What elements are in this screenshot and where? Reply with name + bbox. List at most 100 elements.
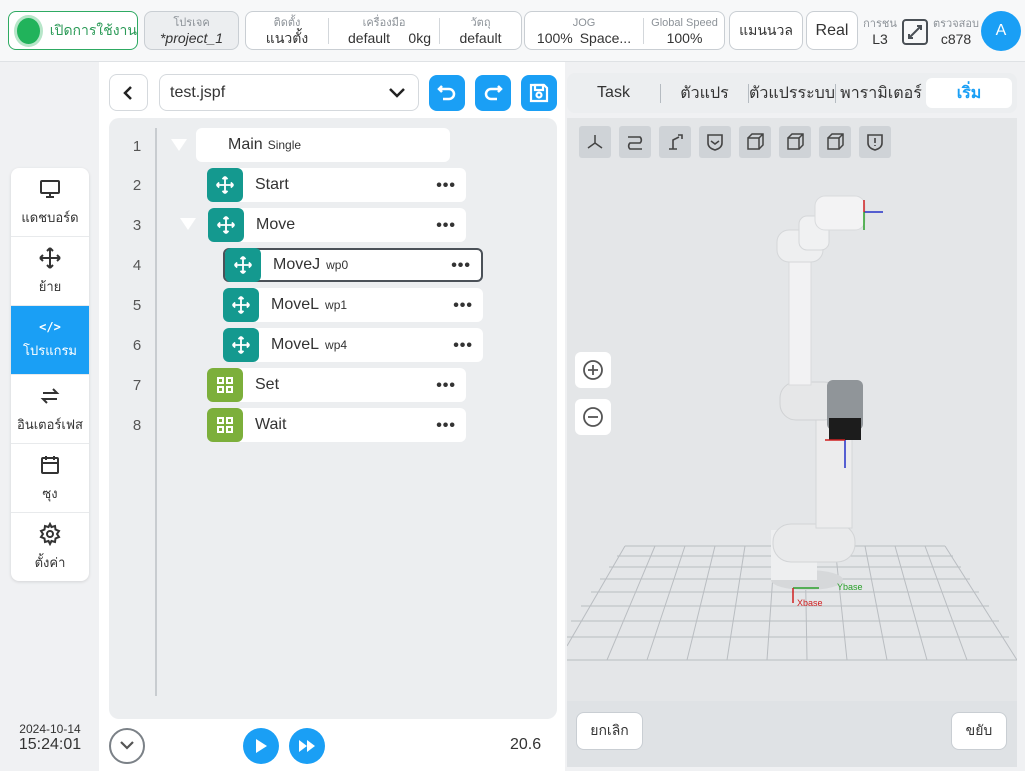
tree-node-movel[interactable]: MoveL wp1 ••• — [223, 288, 483, 322]
robot-scene: Xbase Ybase — [567, 195, 1017, 661]
line-number: 7 — [132, 377, 142, 394]
zoom-in-button[interactable] — [575, 352, 611, 388]
tree-node-movej[interactable]: MoveJ wp0 ••• — [223, 248, 483, 282]
real-mode-button[interactable]: Real — [806, 11, 858, 50]
grid-icon — [207, 408, 243, 442]
grid-icon — [207, 368, 243, 402]
tree-node-main[interactable]: Main Single — [196, 128, 450, 162]
check-box[interactable]: ตรวจสอบ c878 — [930, 13, 982, 48]
tree-node-movel[interactable]: MoveL wp4 ••• — [223, 328, 483, 362]
collision-caption: การชน — [863, 18, 897, 30]
path-icon[interactable] — [619, 126, 651, 158]
nav-label: ซุง — [42, 485, 58, 501]
more-icon[interactable]: ••• — [436, 177, 456, 195]
cube-side-icon[interactable] — [779, 126, 811, 158]
tab-parameters[interactable]: พารามิเตอร์ — [836, 73, 926, 113]
collapse-triangle-icon[interactable] — [171, 139, 187, 151]
robot-3d-view[interactable]: Xbase Ybase — [567, 118, 1017, 701]
nav-item-dashboard[interactable]: แดชบอร์ด — [11, 168, 89, 237]
more-icon[interactable]: ••• — [453, 337, 473, 355]
step-button[interactable]: ขยับ — [951, 712, 1007, 750]
time-text: 15:24:01 — [18, 736, 82, 753]
nav-item-move[interactable]: ย้าย — [11, 237, 89, 306]
line-number: 4 — [132, 257, 142, 274]
save-icon — [529, 83, 549, 103]
power-status-icon — [17, 17, 40, 44]
base-y-label: Ybase — [837, 582, 863, 592]
install-value: แนวตั้ง — [265, 30, 309, 46]
tree-node-move[interactable]: Move ••• — [208, 208, 466, 242]
collision-level[interactable]: การชน L3 — [862, 13, 898, 48]
project-box[interactable]: โปรเจค *project_1 — [144, 11, 239, 50]
tab-system-variables[interactable]: ตัวแปรระบบ — [749, 73, 835, 113]
nav-item-program[interactable]: </> โปรแกรม — [11, 306, 89, 375]
more-icon[interactable]: ••• — [453, 297, 473, 315]
redo-button[interactable] — [475, 75, 511, 111]
tree-node-wait[interactable]: Wait ••• — [207, 408, 466, 442]
back-button[interactable] — [109, 74, 148, 111]
node-label: Wait — [255, 416, 287, 433]
jog-caption: JOG — [572, 17, 596, 29]
step-forward-button[interactable] — [289, 728, 325, 764]
save-button[interactable] — [521, 75, 557, 111]
jog-percent: 100% — [536, 30, 573, 46]
move-icon — [223, 288, 259, 322]
avatar[interactable]: A — [981, 11, 1021, 51]
file-name: test.jspf — [170, 83, 226, 101]
cube-top-icon[interactable] — [819, 126, 851, 158]
axes-icon[interactable] — [579, 126, 611, 158]
line-number: 5 — [132, 297, 142, 314]
warning-shield-icon[interactable] — [859, 126, 891, 158]
line-number: 6 — [132, 337, 142, 354]
install-tool-box[interactable]: ติดตั้ง แนวตั้ง เครื่องมือ default 0kg ว… — [245, 11, 522, 50]
play-button[interactable] — [243, 728, 279, 764]
payload-value: 0kg — [408, 30, 431, 46]
move-icon — [223, 328, 259, 362]
right-tabs: Task ตัวแปร ตัวแปรระบบ พารามิเตอร์ เริ่ม — [567, 73, 1017, 113]
fullscreen-icon[interactable] — [900, 17, 930, 47]
tree-node-set[interactable]: Set ••• — [207, 368, 466, 402]
check-caption: ตรวจสอบ — [933, 18, 979, 30]
more-icon[interactable]: ••• — [451, 257, 471, 275]
undo-button[interactable] — [429, 75, 465, 111]
tree-node-start[interactable]: Start ••• — [207, 168, 466, 202]
nav-item-interface[interactable]: อินเตอร์เฟส — [11, 375, 89, 444]
manual-mode-button[interactable]: แมนนวล — [729, 11, 803, 50]
line-number: 3 — [132, 217, 142, 234]
expand-down-button[interactable] — [109, 728, 145, 764]
shield-icon[interactable] — [699, 126, 731, 158]
robot-icon[interactable] — [659, 126, 691, 158]
tab-start[interactable]: เริ่ม — [926, 78, 1012, 108]
top-bar: เปิดการใช้งาน โปรเจค *project_1 ติดตั้ง … — [0, 0, 1025, 62]
nav-item-calendar[interactable]: ซุง — [11, 444, 89, 513]
chevron-left-icon — [122, 85, 132, 100]
tab-variables[interactable]: ตัวแปร — [661, 73, 748, 113]
project-name: *project_1 — [159, 30, 224, 46]
file-select[interactable]: test.jspf — [159, 74, 419, 111]
node-label: Set — [255, 376, 280, 393]
code-icon: </> — [39, 319, 61, 334]
collision-value: L3 — [872, 31, 888, 47]
jog-speed-box[interactable]: JOG 100% Space... Global Speed 100% — [524, 11, 725, 50]
more-icon[interactable]: ••• — [436, 377, 456, 395]
collapse-triangle-icon[interactable] — [180, 218, 196, 230]
nav-label: อินเตอร์เฟส — [17, 416, 83, 432]
jog-space: Space... — [579, 30, 632, 46]
move-icon — [39, 246, 61, 269]
node-label: Main — [228, 136, 263, 153]
power-button[interactable]: เปิดการใช้งาน — [8, 11, 138, 50]
nav-item-settings[interactable]: ตั้งค่า — [11, 513, 89, 581]
chevron-down-icon — [120, 741, 134, 750]
node-sub: Single — [267, 138, 302, 152]
zoom-out-button[interactable] — [575, 399, 611, 435]
zoom-out-icon — [583, 407, 603, 427]
more-icon[interactable]: ••• — [436, 417, 456, 435]
tree-line — [155, 128, 157, 696]
nav-label: โปรแกรม — [22, 342, 78, 358]
chevron-down-icon — [389, 87, 405, 98]
cube-front-icon[interactable] — [739, 126, 771, 158]
more-icon[interactable]: ••• — [436, 217, 456, 235]
cancel-button[interactable]: ยกเลิก — [576, 712, 643, 750]
calendar-icon — [41, 455, 59, 474]
tab-task[interactable]: Task — [567, 73, 660, 113]
